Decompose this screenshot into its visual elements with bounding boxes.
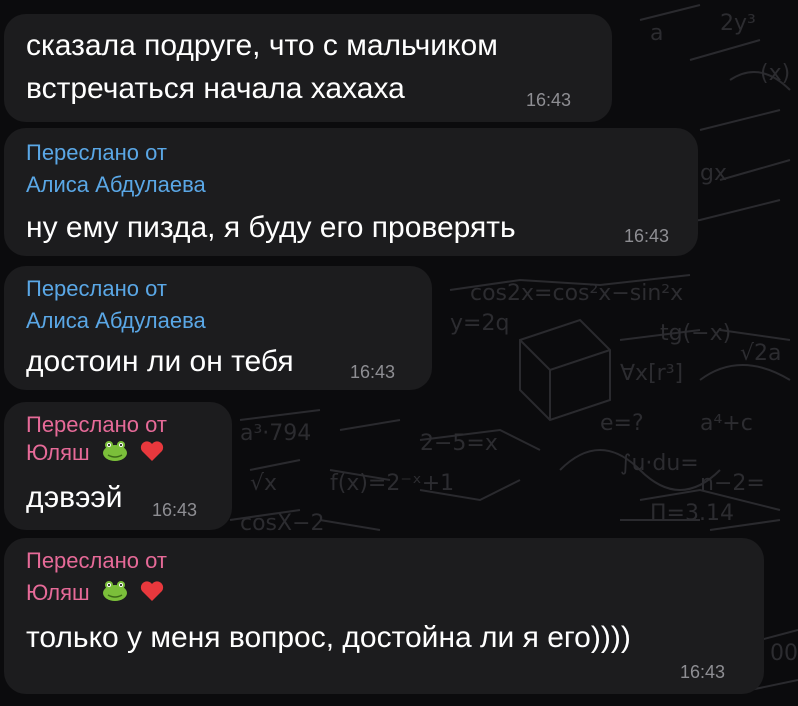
svg-text:2y³: 2y³ xyxy=(720,11,756,36)
forwarded-sender-name: Юляш xyxy=(26,440,90,465)
svg-text:tg(−x): tg(−x) xyxy=(660,321,731,346)
svg-text:a⁴+c: a⁴+c xyxy=(700,411,753,436)
forwarded-sender-name[interactable]: Алиса Абдулаева xyxy=(26,172,206,198)
message-text: только у меня вопрос, достойна ли я его)… xyxy=(26,621,631,654)
forwarded-label: Переслано от xyxy=(26,276,167,301)
svg-text:cosX−2: cosX−2 xyxy=(240,511,325,536)
message-time: 16:43 xyxy=(152,500,198,520)
svg-text:y=2q: y=2q xyxy=(450,311,509,336)
frog-emoji-icon xyxy=(102,580,128,608)
message-time: 16:43 xyxy=(526,90,572,110)
svg-text:√2a: √2a xyxy=(740,341,782,366)
message-text: ну ему пизда, я буду его проверять xyxy=(26,211,516,244)
svg-text:√x: √x xyxy=(250,471,277,496)
svg-text:2−5=x: 2−5=x xyxy=(420,431,498,456)
message-text: встречаться начала хахаха xyxy=(26,72,405,105)
message-text: дэвээй xyxy=(26,481,123,514)
svg-text:00: 00 xyxy=(770,641,798,666)
svg-text:a: a xyxy=(650,21,663,46)
svg-text:∀x[r³]: ∀x[r³] xyxy=(620,361,683,386)
message-bubble-2[interactable]: Переслано от Алиса Абдулаева ну ему пизд… xyxy=(4,128,698,256)
message-bubble-4[interactable]: Переслано от Юляш дэвээй 16:43 xyxy=(4,402,232,530)
message-bubble-3[interactable]: Переслано от Алиса Абдулаева достоин ли … xyxy=(4,266,432,390)
svg-text:f(x)=2⁻ˣ+1: f(x)=2⁻ˣ+1 xyxy=(330,471,454,496)
forwarded-sender-row[interactable]: Юляш xyxy=(26,440,164,468)
message-text: сказала подруге, что с мальчиком xyxy=(26,29,498,62)
forwarded-sender-name: Юляш xyxy=(26,580,90,605)
message-time: 16:43 xyxy=(350,362,396,382)
message-time: 16:43 xyxy=(680,662,726,682)
svg-text:∫u·du=: ∫u·du= xyxy=(620,451,699,476)
forwarded-label: Переслано от xyxy=(26,548,167,573)
svg-text:e=?: e=? xyxy=(600,411,644,436)
forwarded-sender-name[interactable]: Алиса Абдулаева xyxy=(26,308,206,334)
forwarded-label: Переслано от xyxy=(26,140,167,165)
forwarded-label: Переслано от xyxy=(26,412,167,437)
svg-text:a³·794: a³·794 xyxy=(240,421,311,446)
svg-text:gx: gx xyxy=(700,161,727,186)
svg-text:(x): (x) xyxy=(760,61,790,86)
message-time: 16:43 xyxy=(624,226,670,246)
message-text: достоин ли он тебя xyxy=(26,345,294,378)
red-heart-emoji-icon xyxy=(140,440,164,468)
red-heart-emoji-icon xyxy=(140,580,164,608)
message-bubble-1[interactable]: сказала подруге, что с мальчиком встреча… xyxy=(4,14,612,122)
svg-text:n−2=: n−2= xyxy=(700,471,765,496)
svg-text:Π=3.14: Π=3.14 xyxy=(650,501,734,526)
forwarded-sender-row[interactable]: Юляш xyxy=(26,580,164,608)
svg-text:cos2x=cos²x−sin²x: cos2x=cos²x−sin²x xyxy=(470,281,683,306)
message-bubble-5[interactable]: Переслано от Юляш только у меня вопрос, … xyxy=(4,538,764,694)
frog-emoji-icon xyxy=(102,440,128,468)
